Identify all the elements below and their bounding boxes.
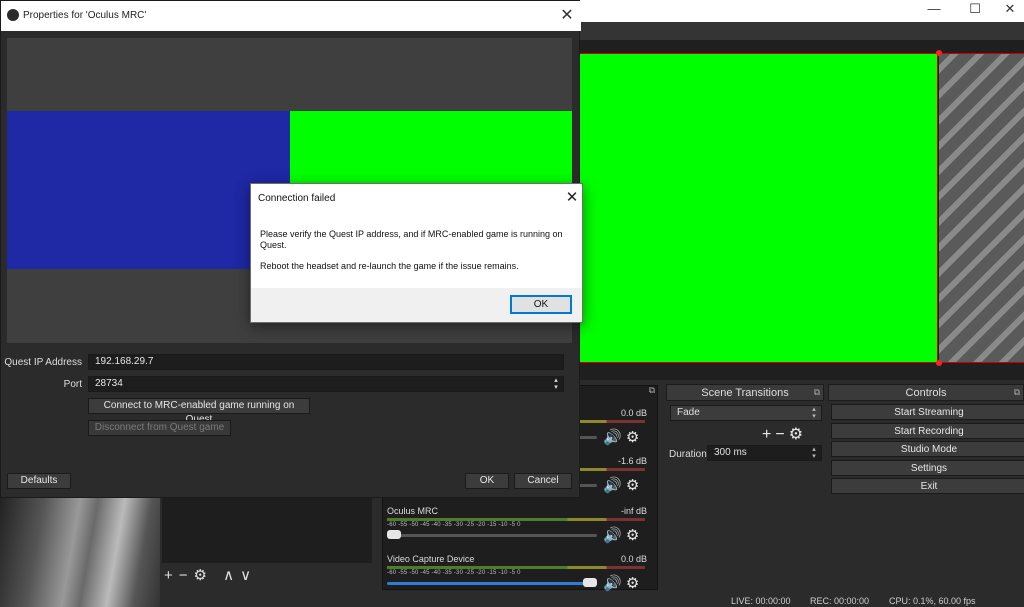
transition-value: Fade bbox=[677, 407, 700, 418]
port-stepper-icon[interactable]: ▴ ▾ bbox=[549, 377, 563, 393]
connect-button[interactable]: Connect to MRC-enabled game running on Q… bbox=[88, 398, 310, 425]
gear-icon[interactable]: ⚙ bbox=[626, 527, 639, 544]
add-transition-icon[interactable]: + bbox=[762, 426, 775, 443]
channel-name: Oculus MRC bbox=[387, 506, 439, 516]
volume-meter bbox=[387, 566, 645, 569]
volume-meter bbox=[387, 518, 645, 521]
obs-menu-strip bbox=[580, 22, 1024, 40]
close-icon[interactable]: ✕ bbox=[557, 5, 577, 25]
properties-titlebar: Properties for 'Oculus MRC' ✕ bbox=[1, 1, 581, 31]
duration-value: 300 ms bbox=[714, 447, 747, 458]
dock-title: Scene Transitions ⧉ bbox=[666, 384, 824, 401]
quest-ip-label: Quest IP Address bbox=[4, 357, 82, 368]
disconnect-button[interactable]: Disconnect from Quest game bbox=[88, 420, 231, 436]
dock-float-icon[interactable]: ⧉ bbox=[1014, 384, 1020, 401]
speaker-icon[interactable]: 🔊 bbox=[603, 477, 622, 494]
remove-source-icon[interactable]: − bbox=[179, 567, 194, 584]
channel-db: -inf dB bbox=[620, 506, 647, 516]
ok-button[interactable]: OK bbox=[465, 473, 509, 489]
close-icon[interactable]: ✕ bbox=[564, 188, 580, 206]
dock-title: Controls ⧉ bbox=[828, 384, 1024, 401]
port-value: 28734 bbox=[95, 378, 123, 389]
maximize-icon[interactable]: ☐ bbox=[955, 0, 995, 18]
channel-db: 0.0 dB bbox=[620, 408, 647, 418]
obs-logo-icon bbox=[7, 9, 19, 21]
preview-blue-region bbox=[7, 111, 290, 269]
preview-green-source[interactable] bbox=[580, 53, 938, 363]
exit-button[interactable]: Exit bbox=[831, 478, 1024, 494]
gear-icon[interactable]: ⚙ bbox=[626, 477, 639, 494]
cpu-fps: CPU: 0.1%, 60.00 fps bbox=[889, 596, 976, 606]
defaults-button[interactable]: Defaults bbox=[7, 473, 71, 489]
duration-label: Duration bbox=[669, 449, 707, 460]
port-input[interactable]: 28734 ▴ ▾ bbox=[88, 376, 564, 392]
status-bar: LIVE: 00:00:00 REC: 00:00:00 CPU: 0.1%, … bbox=[580, 596, 1024, 607]
transform-handle[interactable] bbox=[936, 50, 942, 56]
transition-select[interactable]: Fade ▴ ▾ bbox=[670, 405, 822, 421]
controls-dock: Controls ⧉ Start Streaming Start Recordi… bbox=[828, 384, 1024, 564]
port-label: Port bbox=[63, 379, 82, 390]
transition-toolbar: +−⚙ bbox=[762, 424, 807, 444]
add-source-icon[interactable]: + bbox=[164, 567, 179, 584]
move-up-icon[interactable]: ∧ bbox=[223, 567, 240, 584]
minimize-icon[interactable]: — bbox=[914, 0, 954, 18]
sources-list[interactable] bbox=[162, 498, 372, 563]
duration-input[interactable]: 300 ms ▴ ▾ bbox=[707, 445, 822, 461]
speaker-icon[interactable]: 🔊 bbox=[603, 575, 622, 592]
close-icon[interactable]: ✕ bbox=[990, 0, 1024, 18]
channel-name: Video Capture Device bbox=[387, 554, 475, 564]
dock-float-icon[interactable]: ⧉ bbox=[814, 384, 820, 401]
speaker-icon[interactable]: 🔊 bbox=[603, 429, 622, 446]
chevron-updown-icon: ▴ ▾ bbox=[812, 406, 816, 420]
volume-fader[interactable] bbox=[387, 582, 597, 585]
quest-ip-input[interactable]: 192.168.29.7 bbox=[88, 354, 564, 370]
dialog-message: Please verify the Quest IP address, and … bbox=[260, 229, 563, 250]
fader-knob[interactable] bbox=[583, 578, 597, 587]
sources-toolbar: +−⚙ ∧∨ bbox=[164, 566, 257, 584]
live-time: LIVE: 00:00:00 bbox=[731, 596, 791, 606]
dialog-title: Connection failed bbox=[258, 193, 336, 204]
remove-transition-icon[interactable]: − bbox=[775, 426, 788, 443]
transition-gear-icon[interactable]: ⚙ bbox=[789, 426, 807, 443]
speaker-icon[interactable]: 🔊 bbox=[603, 527, 622, 544]
desktop-wallpaper bbox=[0, 498, 160, 607]
transform-handle[interactable] bbox=[936, 360, 942, 366]
gear-icon[interactable]: ⚙ bbox=[626, 429, 639, 446]
start-streaming-button[interactable]: Start Streaming bbox=[831, 404, 1024, 420]
start-recording-button[interactable]: Start Recording bbox=[831, 423, 1024, 439]
controls-title: Controls bbox=[905, 387, 947, 399]
fader-knob[interactable] bbox=[387, 530, 401, 539]
scene-transitions-dock: Scene Transitions ⧉ Fade ▴ ▾ +−⚙ Duration… bbox=[666, 384, 824, 564]
source-properties-gear-icon[interactable]: ⚙ bbox=[194, 567, 213, 584]
preview-out-of-bounds bbox=[939, 53, 1024, 363]
channel-db: -1.6 dB bbox=[617, 456, 647, 466]
studio-mode-button[interactable]: Studio Mode bbox=[831, 441, 1024, 457]
dialog-message-secondary: Reboot the headset and re-launch the gam… bbox=[260, 261, 519, 271]
channel-db: 0.0 dB bbox=[620, 554, 647, 564]
volume-fader[interactable] bbox=[387, 534, 597, 537]
dialog-ok-button[interactable]: OK bbox=[510, 295, 572, 314]
settings-button[interactable]: Settings bbox=[831, 460, 1024, 476]
rec-time: REC: 00:00:00 bbox=[810, 596, 870, 606]
cancel-button[interactable]: Cancel bbox=[514, 473, 572, 489]
chevron-updown-icon: ▴ ▾ bbox=[812, 446, 816, 460]
connection-failed-dialog: Connection failed ✕ Please verify the Qu… bbox=[250, 183, 583, 323]
properties-title: Properties for 'Oculus MRC' bbox=[23, 10, 147, 21]
gear-icon[interactable]: ⚙ bbox=[626, 575, 639, 592]
dock-float-icon[interactable]: ⧉ bbox=[649, 385, 655, 396]
move-down-icon[interactable]: ∨ bbox=[240, 567, 257, 584]
scene-transitions-title: Scene Transitions bbox=[701, 387, 789, 399]
